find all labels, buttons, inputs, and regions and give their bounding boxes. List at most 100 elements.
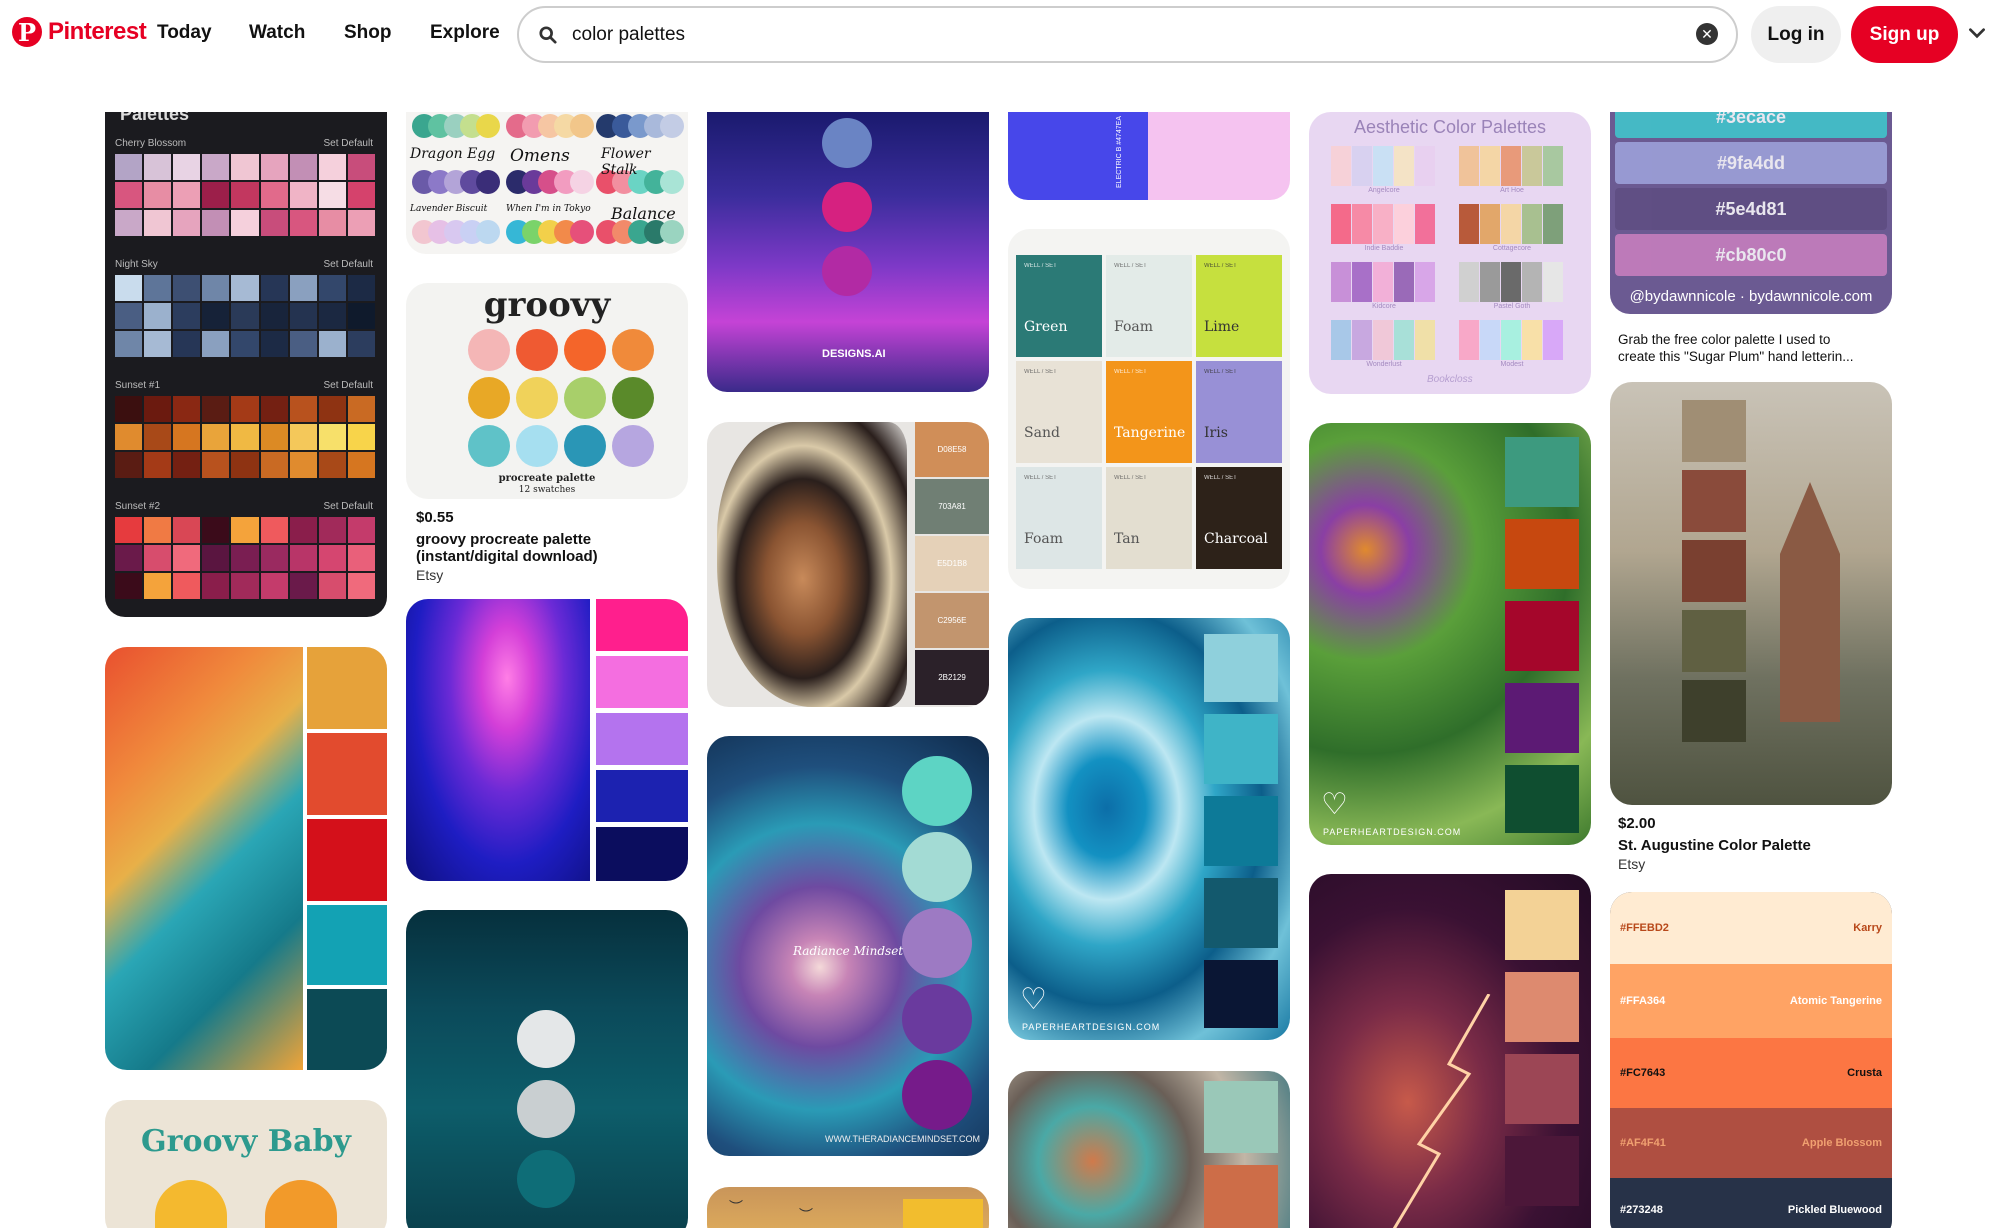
pin-procreate-palettes[interactable]: Palettes Cherry Blossom Set Default Night … (105, 112, 387, 617)
aesthetic-label: Pastel Goth (1493, 303, 1531, 310)
palette-swatch (260, 182, 288, 208)
aesthetic-swatch (1394, 146, 1414, 186)
swatch (307, 989, 387, 1070)
pin-neon-city[interactable]: DESIGNS.AI (707, 112, 989, 392)
pin-st-augustine[interactable] (1610, 382, 1892, 805)
pin-jellyfish[interactable] (406, 599, 688, 881)
paint-name: Charcoal (1204, 531, 1268, 547)
nav-shop[interactable]: Shop (344, 22, 392, 44)
login-button[interactable]: Log in (1751, 6, 1841, 63)
search-icon (539, 25, 557, 44)
palette-swatch (231, 182, 259, 208)
aesthetic-swatch (1352, 146, 1372, 186)
paint-tag: WELL / SET (1024, 475, 1057, 481)
pin-rocks-palette[interactable] (1008, 1071, 1290, 1228)
palette-label: Dragon Egg (410, 146, 496, 162)
palette-swatch (260, 154, 288, 180)
palette-swatch (318, 182, 346, 208)
pin-title[interactable]: St. Augustine Color Palette (1618, 837, 1888, 854)
aesthetic-swatch (1373, 320, 1393, 360)
pinterest-logo[interactable]: P Pinterest (12, 17, 147, 47)
palette-swatch (347, 545, 375, 571)
aesthetic-label: Wonderlust (1366, 361, 1402, 368)
swatch (1682, 680, 1746, 742)
pin-sugar-plum[interactable]: #3ecace #9fa4dd #5e4d81 #cb80c0 @bydawnnico… (1610, 112, 1892, 314)
pin-flowers-palette[interactable]: ♡ PAPERHEARTDESIGN.COM (1309, 423, 1591, 845)
karry-name: Atomic Tangerine (1789, 995, 1882, 1007)
palette-swatch (289, 331, 317, 357)
pin-source[interactable]: Etsy (1618, 856, 1888, 873)
pin-hand-lettered-palettes[interactable]: Dragon Egg Omens Flower Stalk Lavender B… (406, 112, 688, 254)
aesthetic-swatch (1415, 262, 1435, 302)
palette-swatch (231, 545, 259, 571)
butterfly-image (717, 422, 907, 707)
palette-swatch (202, 424, 230, 450)
chevron-down-icon[interactable] (1966, 22, 1988, 44)
paint-name: Sand (1024, 425, 1060, 441)
search-bar[interactable]: color palettes ✕ (517, 6, 1738, 63)
palette-dot (476, 220, 500, 244)
swatch (307, 819, 387, 901)
pin-karry-palette[interactable]: #FFEBD2 Karry #FFA364 Atomic Tangerine #FC76… (1610, 892, 1892, 1228)
watermark: PAPERHEARTDESIGN.COM (1323, 827, 1462, 837)
groovy-card-title: groovy (483, 285, 611, 325)
nav-explore[interactable]: Explore (430, 22, 500, 44)
pin-source[interactable]: Etsy (416, 567, 686, 584)
pin-description[interactable]: Grab the free color palette I used to (1618, 331, 1888, 348)
palette-dot (570, 114, 594, 138)
palette-swatch (347, 210, 375, 236)
aesthetic-swatch (1522, 146, 1542, 186)
swatch-circle (517, 1150, 575, 1208)
palette-row-action: Set Default (323, 138, 373, 149)
nav-watch[interactable]: Watch (249, 22, 305, 44)
aesthetic-swatch (1543, 146, 1563, 186)
pin-well-set-paint[interactable]: WELL / SET Green WELL / SET Foam WELL / SET L… (1008, 229, 1290, 589)
pin-lightning-palette[interactable] (1309, 874, 1591, 1228)
pin-electric-blue[interactable]: ELECTRIC B #4747EA (1008, 112, 1290, 200)
palette-swatch (231, 275, 259, 301)
pin-sunset-sky[interactable]: ︶ ︶ (707, 1187, 989, 1228)
pin-groovy-procreate[interactable]: groovy procreate palette 12 swatches (406, 283, 688, 499)
aesthetic-swatch (1459, 320, 1479, 360)
groovy-swatch-dot (516, 425, 558, 467)
pin-title-line2[interactable]: (instant/digital download) (416, 548, 686, 565)
clear-search-icon[interactable]: ✕ (1696, 23, 1718, 45)
palette-swatch (115, 275, 143, 301)
palette-swatch (144, 154, 172, 180)
aesthetic-swatch (1459, 146, 1479, 186)
signup-button[interactable]: Sign up (1851, 6, 1958, 63)
swatch (596, 656, 688, 708)
pin-groovy-baby[interactable]: Groovy Baby (105, 1100, 387, 1228)
pin-ocean-palette[interactable] (406, 910, 688, 1228)
pin-lily-palette[interactable]: Radiance Mindset WWW.THERADIANCEMINDSET.… (707, 736, 989, 1156)
pin-parrot-palette[interactable] (105, 647, 387, 1070)
palette-swatch (289, 517, 317, 543)
palette-dot (660, 220, 684, 244)
palette-row-action: Set Default (323, 501, 373, 512)
palette-swatch (318, 573, 346, 599)
paint-tag: WELL / SET (1204, 263, 1237, 269)
pin-description-line2[interactable]: create this "Sugar Plum" hand letterin..… (1618, 348, 1888, 365)
palette-swatch (318, 517, 346, 543)
palette-swatch (289, 424, 317, 450)
aesthetic-swatch (1394, 204, 1414, 244)
swatch (1505, 1136, 1579, 1206)
nav-today[interactable]: Today (157, 22, 212, 44)
groovy-swatch-dot (468, 329, 510, 371)
pin-butterfly-palette[interactable]: D08E58 703A81 E5D1B8 C2956E 2B2129 (707, 422, 989, 707)
palette-swatch (173, 331, 201, 357)
palette-swatch (202, 210, 230, 236)
palette-label: Flower Stalk (601, 146, 651, 178)
pin-title[interactable]: groovy procreate palette (416, 531, 686, 548)
palette-swatch (347, 452, 375, 478)
search-input[interactable]: color palettes (572, 24, 685, 46)
paint-tag: WELL / SET (1204, 369, 1237, 375)
palette-label: When I'm in Tokyo (506, 204, 591, 214)
aesthetic-swatch (1501, 262, 1521, 302)
pin-aesthetic-palettes[interactable]: Aesthetic Color Palettes Angelcore Art Ho… (1309, 112, 1591, 394)
palette-row-name: Sunset #2 (115, 501, 161, 512)
aesthetic-swatch (1459, 204, 1479, 244)
lily-logo: Radiance Mindset (793, 944, 904, 958)
arch-shape (265, 1180, 337, 1228)
pin-geode-palette[interactable]: ♡ PAPERHEARTDESIGN.COM (1008, 618, 1290, 1040)
